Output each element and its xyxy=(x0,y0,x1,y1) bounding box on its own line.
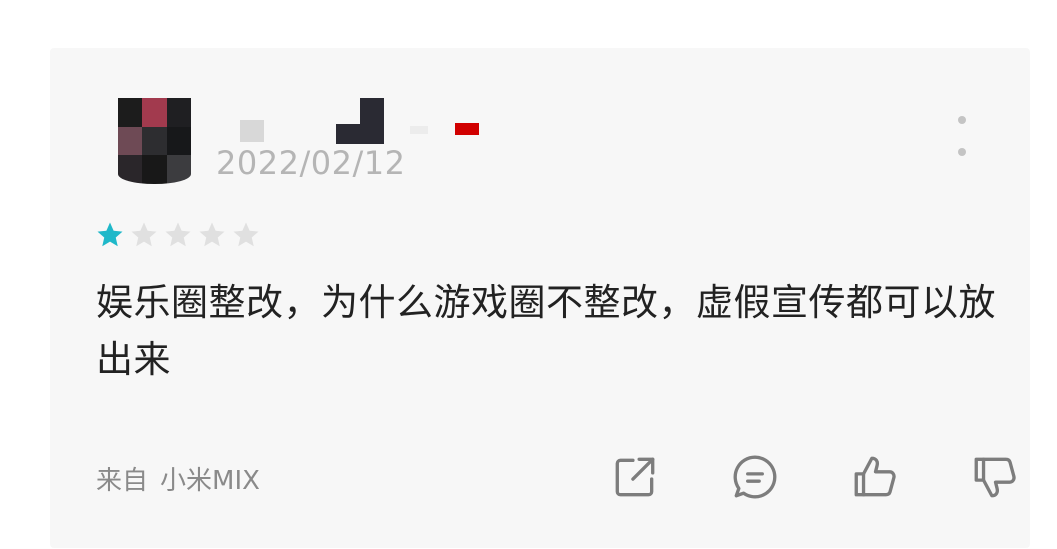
avatar[interactable] xyxy=(118,98,191,184)
star-filled-icon xyxy=(97,222,123,247)
dislike-button[interactable] xyxy=(968,450,1022,504)
device-info: 来自 小米MIX xyxy=(96,460,260,497)
star-empty-icon xyxy=(131,222,157,247)
thumbs-up-icon xyxy=(854,456,896,497)
more-options-button[interactable] xyxy=(950,116,974,156)
device-prefix: 来自 xyxy=(96,466,149,496)
device-name: 小米MIX xyxy=(160,466,260,496)
share-button[interactable] xyxy=(608,450,662,504)
star-empty-icon xyxy=(199,222,225,247)
username-mosaic[interactable] xyxy=(240,98,490,146)
thumbs-down-icon xyxy=(974,457,1016,498)
review-footer: 来自 小米MIX xyxy=(96,450,1016,500)
review-card: 2022/02/12 娱乐圈整改，为什么游戏圈不整改，虚假宣传都可以放出来 来自… xyxy=(50,48,1030,548)
review-text: 娱乐圈整改，为什么游戏圈不整改，虚假宣传都可以放出来 xyxy=(96,281,996,381)
comment-button[interactable] xyxy=(728,450,782,504)
like-button[interactable] xyxy=(848,450,902,504)
comment-icon xyxy=(733,455,777,499)
star-rating xyxy=(95,220,261,250)
more-vertical-icon xyxy=(958,116,966,124)
star-empty-icon xyxy=(233,222,259,247)
review-date: 2022/02/12 xyxy=(216,144,406,182)
star-empty-icon xyxy=(165,222,191,247)
share-icon xyxy=(615,457,655,497)
